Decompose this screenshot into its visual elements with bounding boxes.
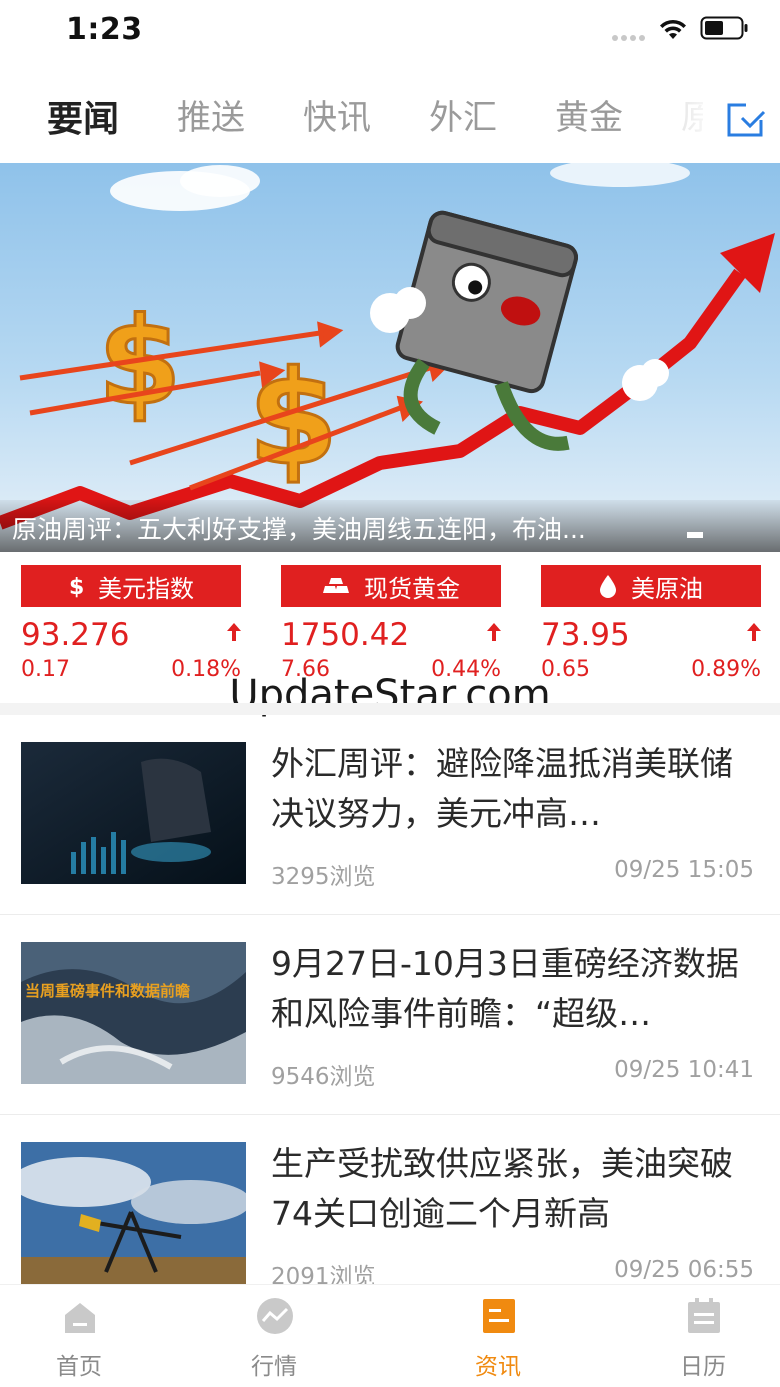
news-view-count: 9546浏览 — [271, 1064, 376, 1090]
news-timestamp: 09/25 06:55 — [614, 1257, 754, 1283]
quote-header: 现货黄金 — [281, 565, 501, 607]
home-icon — [65, 1303, 95, 1333]
banner-page-indicator — [687, 532, 703, 538]
quote-card-usd-index[interactable]: $ 美元指数 93.276 0.17 0.18% — [21, 565, 241, 682]
tab-push[interactable]: 推送 — [177, 90, 245, 139]
banner-caption: 原油周评：五大利好支撑，美油周线五连阳，布油... — [12, 515, 586, 544]
news-title: 外汇周评：避险降温抵消美联储决议努力，美元冲高… — [271, 744, 733, 833]
svg-text:$: $ — [69, 575, 84, 599]
battery-icon — [700, 16, 748, 40]
quote-card-spot-gold[interactable]: 现货黄金 1750.42 7.66 0.44% — [281, 565, 501, 682]
quote-price: 93.276 — [21, 617, 130, 653]
news-timestamp: 09/25 15:05 — [614, 857, 754, 883]
nav-label: 日历 — [680, 1354, 726, 1380]
tabs-fade — [640, 90, 720, 152]
news-icon — [483, 1299, 515, 1333]
edit-tabs-icon[interactable] — [724, 100, 768, 140]
nav-news[interactable]: 资讯 — [438, 1285, 558, 1387]
news-item[interactable]: 外汇周评：避险降温抵消美联储决议努力，美元冲高… 3295浏览 09/25 15… — [0, 715, 780, 915]
featured-banner[interactable]: $ $ 原油周评：五大利好支撑，美油周线五连阳，布油... — [0, 163, 780, 552]
calendar-icon — [688, 1298, 720, 1333]
wifi-icon — [660, 19, 686, 39]
news-view-count: 3295浏览 — [271, 864, 376, 890]
nav-calendar[interactable]: 日历 — [643, 1285, 763, 1387]
tab-gold[interactable]: 黄金 — [555, 90, 623, 139]
news-thumbnail — [21, 742, 246, 884]
news-thumbnail: 当周重磅事件和数据前瞻 — [21, 942, 246, 1084]
oil-drop-icon — [600, 575, 616, 598]
quote-price: 1750.42 — [281, 617, 410, 653]
bottom-nav: 首页 行情 资讯 日历 — [0, 1284, 780, 1387]
quote-card-crude-oil[interactable]: 美原油 73.95 0.65 0.89% — [541, 565, 761, 682]
tab-flash[interactable]: 快讯 — [303, 90, 371, 139]
gold-bars-icon — [323, 578, 349, 593]
thumbnail-text: 当周重磅事件和数据前瞻 — [25, 982, 191, 1000]
news-timestamp: 09/25 10:41 — [614, 1057, 754, 1083]
news-title: 生产受扰致供应紧张，美油突破74关口创逾二个月新高 — [271, 1144, 733, 1233]
nav-home[interactable]: 首页 — [19, 1285, 139, 1387]
up-arrow-icon — [747, 623, 761, 641]
nav-market[interactable]: 行情 — [214, 1285, 334, 1387]
tab-headlines[interactable]: 要闻 — [47, 90, 119, 142]
status-time: 1:23 — [66, 12, 143, 47]
nav-label: 资讯 — [475, 1354, 521, 1380]
nav-label: 行情 — [251, 1354, 297, 1380]
news-title: 9月27日-10月3日重磅经济数据和风险事件前瞻：“超级… — [271, 944, 739, 1033]
chart-icon — [257, 1298, 293, 1334]
quote-header: 美原油 — [541, 565, 761, 607]
up-arrow-icon — [487, 623, 501, 641]
status-bar: 1:23 — [0, 0, 780, 60]
dollar-icon: $ — [69, 575, 84, 599]
tab-forex[interactable]: 外汇 — [429, 90, 497, 139]
quote-name: 美元指数 — [98, 574, 194, 603]
nav-label: 首页 — [56, 1354, 102, 1380]
news-thumbnail — [21, 1142, 246, 1284]
banner-illustration: $ $ — [0, 163, 775, 530]
quote-name: 现货黄金 — [364, 574, 460, 603]
quote-name: 美原油 — [631, 574, 703, 603]
quote-price: 73.95 — [541, 617, 630, 653]
cellular-signal-icon — [612, 35, 645, 41]
news-item[interactable]: 当周重磅事件和数据前瞻 9月27日-10月3日重磅经济数据和风险事件前瞻：“超级… — [0, 915, 780, 1115]
section-divider — [0, 703, 780, 715]
quote-header: $ 美元指数 — [21, 565, 241, 607]
up-arrow-icon — [227, 623, 241, 641]
